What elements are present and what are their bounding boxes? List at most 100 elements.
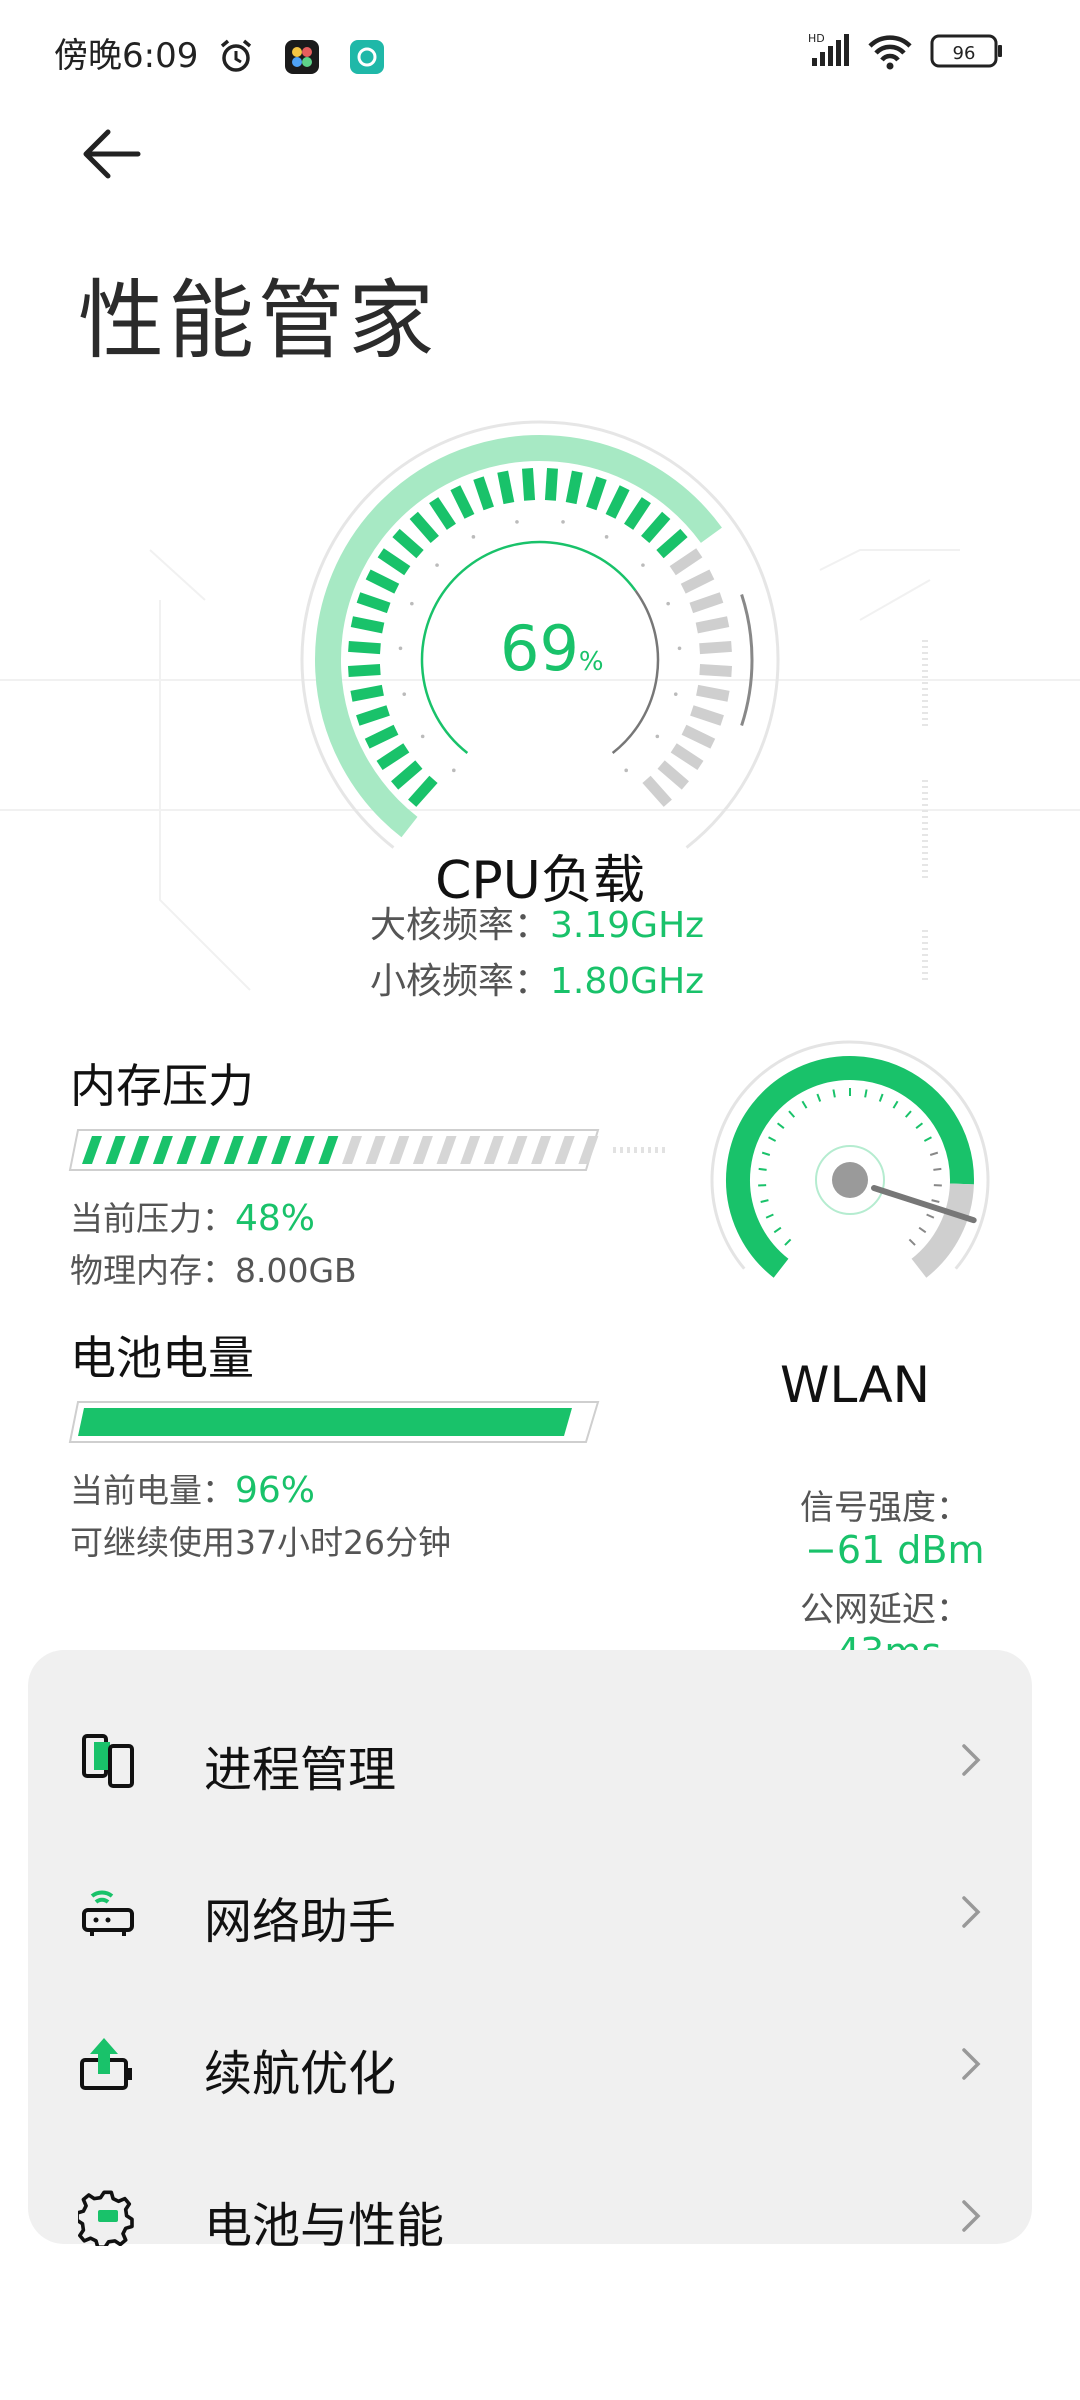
gauge-tick bbox=[931, 1199, 940, 1203]
menu-item-network-assistant[interactable]: 网络助手 bbox=[28, 1838, 1032, 1986]
gauge-tick bbox=[680, 569, 715, 594]
gauge-tick bbox=[690, 705, 724, 726]
tools-menu: 进程管理 网络助手 续航优化 电池与性能 bbox=[28, 1650, 1032, 2254]
battery-level-info: 当前电量：96% bbox=[70, 1470, 316, 1511]
bar-segment bbox=[129, 1136, 150, 1164]
physical-memory-info: 物理内存：8.00GB bbox=[70, 1251, 357, 1290]
svg-text:96: 96 bbox=[953, 43, 976, 64]
gauge-tick bbox=[565, 470, 583, 505]
bar-segment bbox=[176, 1136, 197, 1164]
battery-icon: 96 bbox=[930, 34, 1002, 68]
battery-level-bar bbox=[68, 1401, 600, 1443]
gauge-dot bbox=[561, 520, 565, 524]
gauge-tick bbox=[801, 1100, 808, 1109]
status-bar: 傍晚6:09 HD 96 bbox=[0, 0, 1080, 100]
cellular-signal-icon: HD bbox=[808, 32, 849, 66]
gauge-tick bbox=[768, 1136, 777, 1142]
bar-segment bbox=[105, 1136, 126, 1164]
gauge-tick bbox=[918, 1226, 927, 1234]
cpu-load-value: 69% bbox=[500, 612, 604, 685]
gauge-tick bbox=[350, 684, 384, 702]
bar-segment bbox=[247, 1136, 268, 1164]
gauge-tick bbox=[544, 468, 559, 501]
big-core-frequency: 大核频率：3.19GHz bbox=[370, 905, 705, 946]
gauge-tick bbox=[699, 664, 732, 677]
gauge-tick bbox=[364, 724, 399, 749]
gauge-tick bbox=[656, 528, 688, 559]
gauge-tick bbox=[348, 664, 381, 677]
battery-boost-icon bbox=[80, 2038, 132, 2090]
battery-level-title: 电池电量 bbox=[70, 1331, 254, 1385]
gauge-tick bbox=[429, 497, 456, 530]
gauge-dot bbox=[452, 768, 456, 773]
gauge-tick bbox=[642, 775, 672, 807]
gauge-right-mark bbox=[740, 594, 754, 726]
gauge-tick bbox=[377, 548, 411, 576]
status-time: 傍晚6:09 bbox=[54, 28, 385, 77]
gauge-tick bbox=[878, 1093, 884, 1102]
chevron-right-icon bbox=[962, 2200, 981, 2232]
gauge-tick bbox=[816, 1093, 822, 1102]
gauge-tick bbox=[657, 760, 689, 790]
alarm-icon bbox=[221, 39, 252, 72]
gauge-dot bbox=[515, 520, 519, 524]
menu-item-battery-performance[interactable]: 电池与性能 bbox=[28, 2142, 1032, 2254]
process-icon bbox=[82, 1734, 134, 1788]
gauge-tick bbox=[669, 548, 703, 576]
bar-segment bbox=[223, 1136, 244, 1164]
gauge-tick bbox=[641, 511, 671, 544]
wlan-signal-gauge bbox=[710, 1040, 990, 1278]
bar-segment bbox=[389, 1136, 410, 1164]
gauge-tick bbox=[473, 476, 494, 511]
menu-item-battery-optimization[interactable]: 续航优化 bbox=[28, 1990, 1032, 2138]
gauge-tick bbox=[929, 1151, 939, 1156]
back-arrow-icon bbox=[83, 129, 141, 179]
gauge-tick bbox=[624, 497, 651, 530]
back-button[interactable] bbox=[76, 124, 146, 184]
chevron-right-icon bbox=[962, 1896, 981, 1928]
gauge-tick bbox=[832, 1089, 836, 1098]
gauge-tick bbox=[586, 476, 607, 511]
gauge-tick bbox=[765, 1213, 774, 1219]
bar-segment bbox=[152, 1136, 173, 1164]
gauge-dot bbox=[604, 535, 609, 539]
app-notification-icon bbox=[284, 40, 319, 74]
gauge-tick bbox=[409, 511, 439, 544]
gauge-tick bbox=[356, 592, 391, 614]
status-right-icons: HD 96 bbox=[808, 30, 1028, 78]
bar-segment bbox=[412, 1136, 433, 1164]
gear-icon bbox=[78, 2190, 134, 2246]
bar-segment bbox=[200, 1136, 221, 1164]
bar-segment bbox=[507, 1136, 528, 1164]
gauge-tick bbox=[450, 485, 475, 519]
bar-segment bbox=[294, 1136, 315, 1164]
bar-segment bbox=[578, 1136, 599, 1164]
gauge-dot bbox=[471, 535, 476, 539]
gauge-dot bbox=[435, 563, 439, 567]
memory-pressure-title: 内存压力 bbox=[70, 1059, 254, 1113]
signal-strength-label: 信号强度： bbox=[800, 1488, 970, 1528]
gauge-dot bbox=[641, 563, 645, 567]
bar-segment bbox=[342, 1136, 362, 1164]
gauge-tick bbox=[904, 1110, 912, 1118]
gauge-tick bbox=[689, 592, 724, 614]
bar-segment bbox=[483, 1136, 504, 1164]
menu-item-process-management[interactable]: 进程管理 bbox=[28, 1686, 1032, 1834]
signal-strength-value: −61 dBm bbox=[805, 1528, 985, 1572]
bar-segment bbox=[554, 1136, 575, 1164]
gauge-tick bbox=[376, 743, 410, 771]
gauge-tick bbox=[681, 724, 716, 749]
gauge-tick bbox=[864, 1089, 868, 1098]
gauge-dot bbox=[677, 646, 682, 651]
gauge-tick bbox=[350, 616, 385, 634]
gauge-tick bbox=[408, 775, 438, 807]
small-core-frequency: 小核频率：1.80GHz bbox=[370, 961, 705, 1002]
gauge-tick bbox=[761, 1151, 771, 1156]
gauge-tick bbox=[497, 470, 515, 505]
gauge-dot bbox=[410, 601, 414, 606]
wifi-icon bbox=[868, 35, 912, 70]
bar-segment bbox=[436, 1136, 457, 1164]
gauge-dot bbox=[420, 734, 425, 739]
router-icon bbox=[82, 1890, 134, 1936]
gauge-tick bbox=[392, 528, 424, 559]
